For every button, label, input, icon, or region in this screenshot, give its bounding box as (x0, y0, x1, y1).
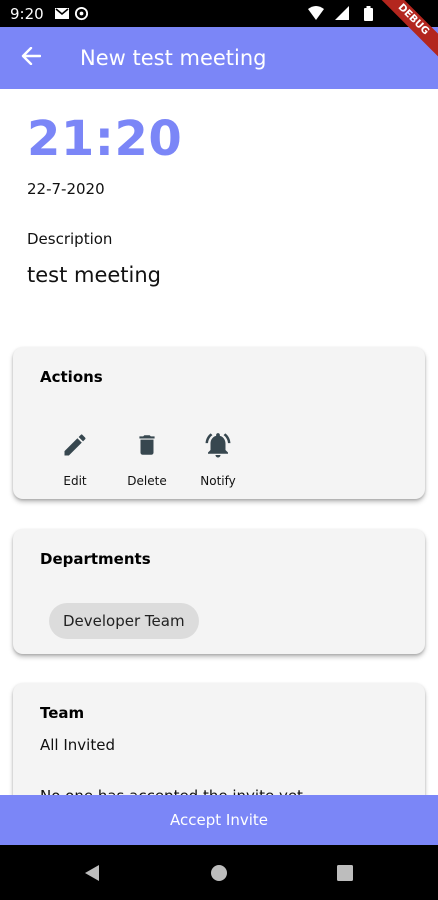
back-button[interactable] (0, 27, 62, 89)
trash-icon (132, 429, 162, 461)
system-nav-bar (0, 845, 438, 900)
signal-icon (334, 5, 350, 21)
team-card: Team All Invited No one has accepted the… (13, 683, 425, 795)
bell-ring-icon (203, 429, 233, 461)
arrow-left-icon (21, 46, 42, 69)
department-chip[interactable]: Developer Team (49, 603, 199, 639)
team-title: Team (40, 704, 85, 722)
home-circle-icon[interactable] (209, 863, 229, 883)
status-bar: 9:20 (0, 0, 438, 27)
team-status-text: No one has accepted the invite yet (40, 787, 303, 795)
departments-title: Departments (40, 550, 151, 568)
back-triangle-icon[interactable] (82, 863, 102, 883)
meeting-date: 22-7-2020 (27, 180, 105, 198)
meeting-details[interactable]: 21:20 22-7-2020 Description test meeting… (0, 89, 438, 795)
description-text: test meeting (27, 263, 162, 287)
departments-card: Departments Developer Team (13, 529, 425, 654)
battery-icon (360, 5, 376, 21)
app-screen: 9:20 New test meeting DEBUG 21:20 22-7-2… (0, 0, 438, 900)
actions-card: Actions Edit Delete Notify (13, 347, 425, 499)
accept-invite-button[interactable]: Accept Invite (0, 795, 438, 845)
description-label: Description (27, 230, 113, 248)
edit-label: Edit (63, 474, 87, 488)
notify-label: Notify (200, 474, 236, 488)
wifi-icon (308, 5, 324, 21)
recents-square-icon[interactable] (335, 863, 355, 883)
team-invited-text: All Invited (40, 736, 115, 754)
sync-icon (74, 6, 90, 22)
delete-label: Delete (127, 474, 167, 488)
notify-button[interactable]: Notify (187, 429, 249, 488)
edit-button[interactable]: Edit (44, 429, 106, 488)
page-title: New test meeting (80, 46, 267, 70)
pencil-icon (60, 429, 90, 461)
meeting-time: 21:20 (27, 111, 183, 167)
gmail-icon (54, 6, 70, 22)
actions-title: Actions (40, 368, 103, 386)
app-bar: New test meeting (0, 27, 438, 89)
delete-button[interactable]: Delete (116, 429, 178, 488)
status-time: 9:20 (10, 4, 44, 23)
